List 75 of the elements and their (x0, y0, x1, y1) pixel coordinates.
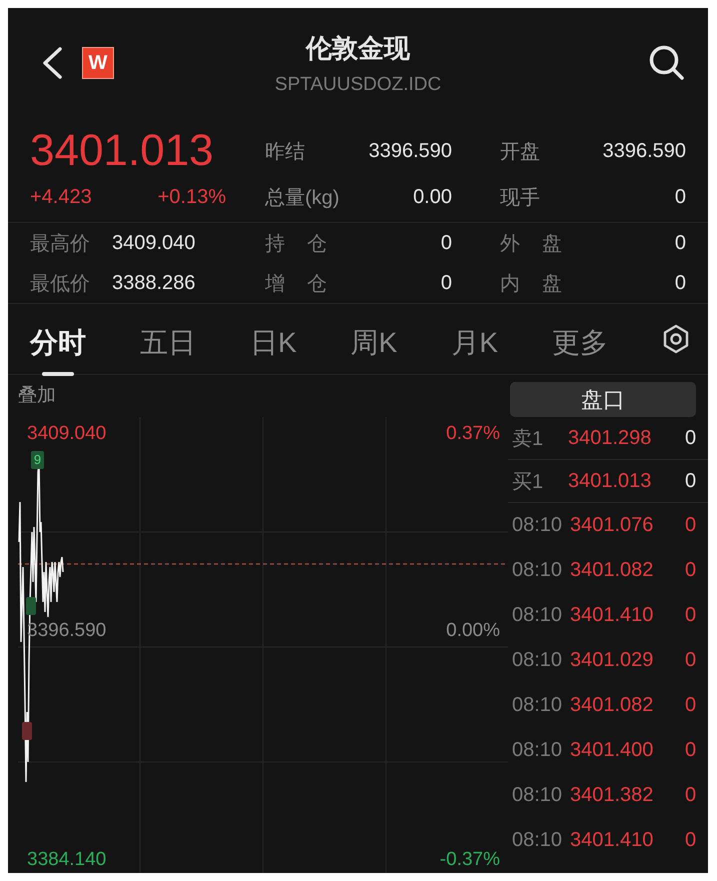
trade-volume: 0 (685, 829, 696, 852)
book-price: 3401.298 (568, 426, 652, 450)
order-book-button[interactable]: 盘口 (510, 382, 696, 417)
stat-value: 0.00 (413, 186, 452, 208)
stat-label: 昨结 (265, 140, 305, 164)
settings-icon[interactable] (662, 324, 690, 354)
trade-price: 3401.082 (570, 559, 654, 582)
chart-tab[interactable]: 分时 (30, 312, 86, 376)
stat-label: 外 盘 (500, 232, 562, 256)
stat-value: 0 (674, 186, 686, 208)
trade-volume: 0 (685, 514, 696, 537)
back-icon[interactable] (40, 46, 64, 80)
stat-label: 现手 (500, 186, 540, 210)
marker-icon (22, 722, 32, 740)
trade-time: 08:10 (511, 829, 564, 852)
trade-time: 08:10 (511, 604, 564, 627)
trade-price: 3401.082 (570, 694, 654, 717)
search-icon[interactable] (648, 44, 686, 82)
axis-label: 3409.040 (27, 423, 106, 445)
last-price: 3401.013 (30, 128, 215, 174)
stat-value: 0 (674, 272, 686, 294)
book-label: 卖1 (511, 426, 544, 452)
book-price: 3401.013 (568, 470, 652, 492)
price-change: +4.423 (30, 186, 92, 208)
trade-price: 3401.410 (570, 829, 654, 852)
trade-time: 08:10 (511, 514, 564, 537)
stat-value: 0 (440, 232, 452, 254)
trade-volume: 0 (685, 649, 696, 672)
trade-volume: 0 (685, 739, 696, 762)
symbol-code: SPTAUUSDOZ.IDC (274, 74, 442, 96)
percent-change: +0.13% (158, 186, 226, 208)
trade-time: 08:10 (511, 694, 564, 717)
chart-tab[interactable]: 五日 (140, 312, 196, 376)
chart-tab[interactable]: 更多 (552, 312, 608, 376)
axis-label: 3384.140 (27, 849, 106, 871)
stat-value: 0 (674, 232, 686, 254)
axis-label: 0.37% (446, 423, 500, 445)
stat-value: 3409.040 (112, 232, 196, 254)
book-label: 买1 (511, 470, 544, 494)
chart-tab[interactable]: 日K (250, 312, 297, 376)
trade-price: 3401.400 (570, 739, 654, 762)
axis-label: 0.00% (446, 620, 500, 642)
marker-icon (26, 597, 36, 615)
axis-label: -0.37% (440, 849, 500, 871)
trade-time: 08:10 (511, 784, 564, 807)
overlay-label[interactable]: 叠加 (8, 375, 508, 417)
trade-price: 3401.410 (570, 604, 654, 627)
stat-label: 最低价 (30, 272, 90, 296)
stat-label: 增 仓 (265, 272, 327, 296)
trade-time: 08:10 (511, 739, 564, 762)
book-volume: 0 (685, 470, 696, 492)
stat-value: 3396.590 (602, 140, 686, 162)
stat-label: 开盘 (500, 140, 540, 164)
trade-volume: 0 (685, 559, 696, 582)
trade-volume: 0 (685, 784, 696, 807)
stat-value: 0 (440, 272, 452, 294)
logo: W (82, 47, 114, 79)
trade-price: 3401.076 (570, 514, 654, 537)
stat-label: 内 盘 (500, 272, 562, 296)
stat-label: 持 仓 (265, 232, 327, 256)
trade-price: 3401.382 (570, 784, 654, 807)
trade-time: 08:10 (511, 559, 564, 582)
chart-tab[interactable]: 周K (350, 312, 398, 376)
trade-time: 08:10 (511, 649, 564, 672)
stat-label: 最高价 (30, 232, 90, 256)
page-title: 伦敦金现 (306, 32, 410, 64)
stat-value: 3388.286 (112, 272, 196, 294)
chart-tab[interactable]: 月K (451, 312, 498, 376)
stat-value: 3396.590 (368, 140, 452, 162)
high-marker: 9 (31, 451, 44, 469)
stat-label: 总量(kg) (265, 186, 340, 210)
book-volume: 0 (685, 426, 696, 450)
trade-volume: 0 (685, 604, 696, 627)
trade-volume: 0 (685, 694, 696, 717)
trade-price: 3401.029 (570, 649, 654, 672)
